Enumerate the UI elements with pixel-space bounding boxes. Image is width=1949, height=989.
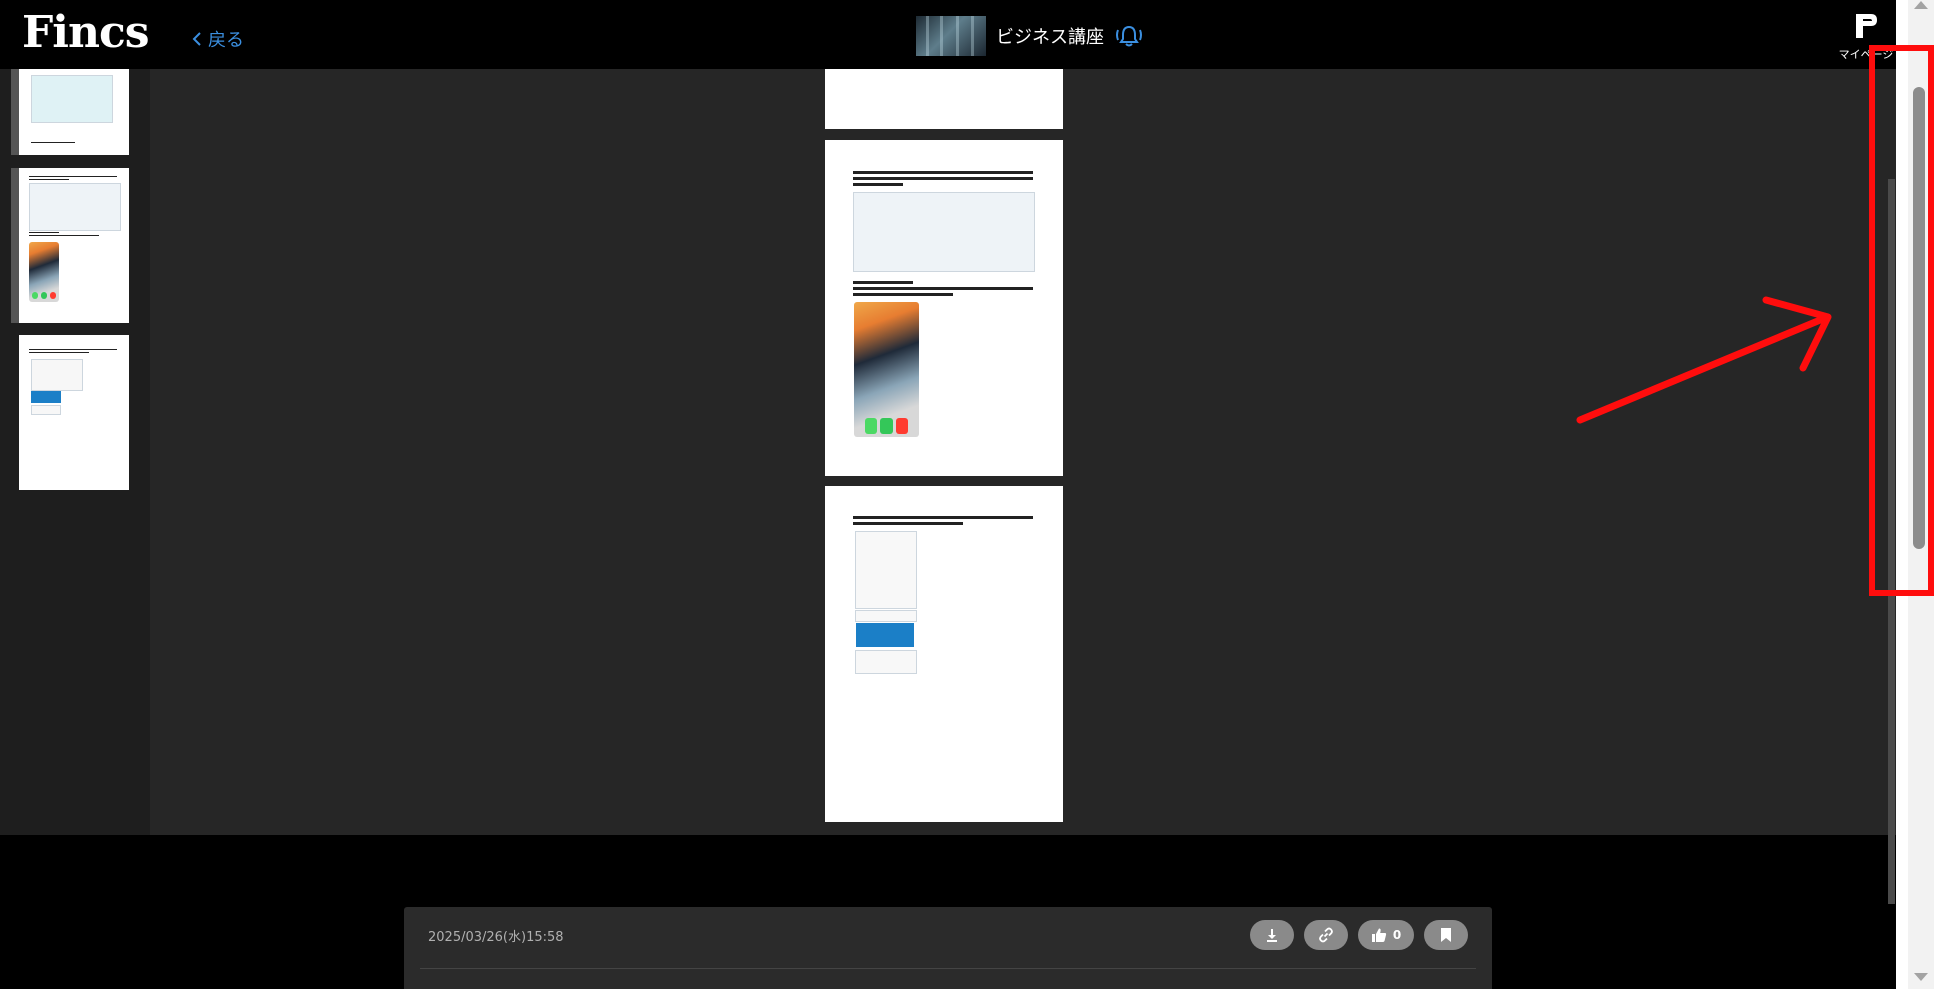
top-bar: Fincs 戻る ビジネス講座 マイページ xyxy=(0,0,1896,69)
like-button[interactable]: 0 xyxy=(1358,920,1414,950)
document-viewer[interactable] xyxy=(0,69,1896,904)
page-scrollbar[interactable] xyxy=(1896,0,1949,989)
post-actions: 0 xyxy=(1250,920,1468,950)
fincs-logo[interactable]: Fincs xyxy=(22,6,150,58)
scrollbar-thumb[interactable] xyxy=(1913,87,1925,549)
bookmark-button[interactable] xyxy=(1424,920,1468,950)
post-info-panel: 2025/03/26(水)15:58 0 xyxy=(404,907,1492,989)
scroll-up-arrow-icon[interactable] xyxy=(1914,1,1928,9)
back-label: 戻る xyxy=(208,30,244,51)
back-button[interactable]: 戻る xyxy=(192,26,244,52)
mypage-button[interactable]: マイページ xyxy=(1836,12,1896,62)
thumbs-up-icon xyxy=(1371,928,1386,942)
link-icon xyxy=(1319,927,1333,943)
course-thumbnail xyxy=(916,16,986,56)
course-header: ビジネス講座 xyxy=(916,16,1144,56)
document-page-3 xyxy=(825,486,1063,822)
bell-ringing-icon[interactable] xyxy=(1114,23,1144,49)
page-thumbnail-3[interactable] xyxy=(19,335,129,490)
page-thumbnail-2[interactable] xyxy=(19,168,129,323)
logo-text: Fincs xyxy=(22,6,150,58)
bookmark-icon xyxy=(1441,928,1451,942)
download-icon xyxy=(1267,929,1277,942)
post-date: 2025/03/26(水)15:58 xyxy=(428,930,564,945)
panel-divider xyxy=(420,968,1476,969)
copy-link-button[interactable] xyxy=(1304,920,1348,950)
document-page-2 xyxy=(825,140,1063,476)
page-thumbnail-strip[interactable] xyxy=(0,69,150,835)
like-count: 0 xyxy=(1392,928,1402,942)
page-thumbnail-1[interactable] xyxy=(19,69,129,155)
course-title: ビジネス講座 xyxy=(996,27,1104,48)
viewer-scrollbar[interactable] xyxy=(1888,179,1895,904)
chevron-left-icon xyxy=(192,32,201,46)
scroll-down-arrow-icon[interactable] xyxy=(1914,973,1928,981)
mypage-logo-icon xyxy=(1856,14,1877,38)
download-button[interactable] xyxy=(1250,920,1294,950)
mypage-label: マイページ xyxy=(1838,48,1894,61)
document-page-1 xyxy=(825,69,1063,129)
